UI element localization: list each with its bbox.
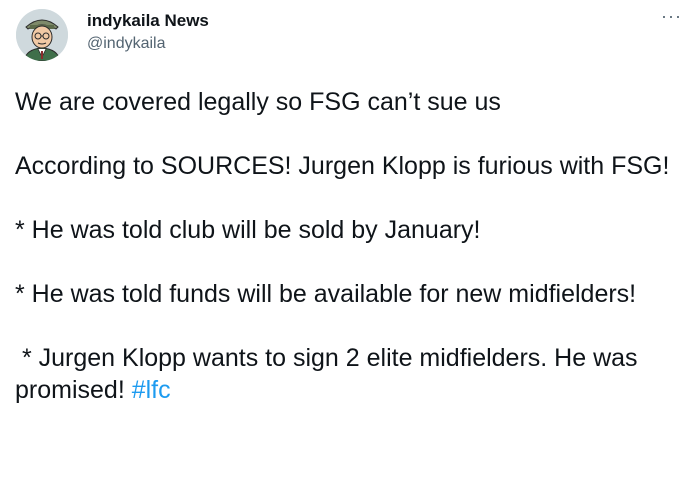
avatar-illustration-icon: [16, 9, 68, 61]
tweet: indykaila News @indykaila ··· We are cov…: [0, 0, 700, 478]
tweet-paragraph: According to SOURCES! Jurgen Klopp is fu…: [15, 152, 670, 180]
hashtag-link[interactable]: #lfc: [132, 376, 171, 404]
tweet-text: We are covered legally so FSG can’t sue …: [15, 86, 675, 406]
tweet-paragraph-text: * Jurgen Klopp wants to sign 2 elite mid…: [15, 344, 645, 404]
tweet-paragraph-last: * Jurgen Klopp wants to sign 2 elite mid…: [15, 342, 675, 406]
author-name[interactable]: indykaila News: [87, 11, 209, 31]
more-options-icon[interactable]: ···: [661, 6, 682, 27]
tweet-paragraph: We are covered legally so FSG can’t sue …: [15, 88, 501, 116]
author-handle[interactable]: @indykaila: [87, 35, 166, 53]
tweet-paragraph: * He was told funds will be available fo…: [15, 280, 637, 308]
tweet-paragraph: * He was told club will be sold by Janua…: [15, 216, 481, 244]
avatar[interactable]: [16, 9, 68, 61]
